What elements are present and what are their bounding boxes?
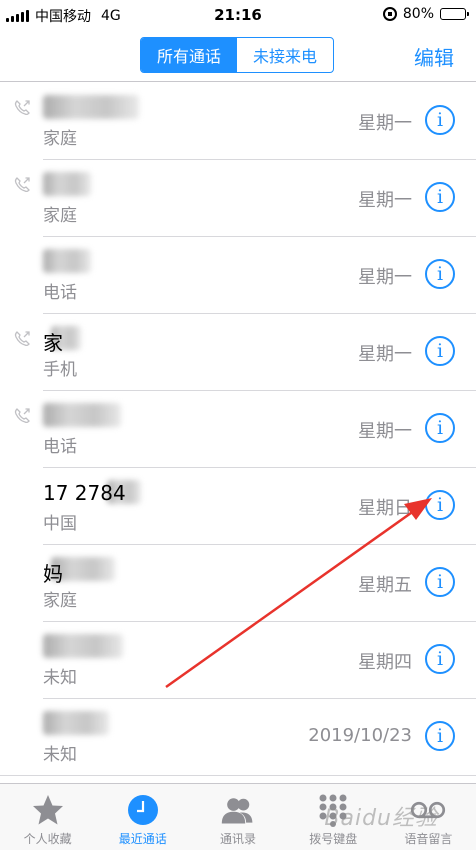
contacts-icon bbox=[220, 792, 256, 828]
info-button[interactable]: i bbox=[425, 259, 455, 289]
redacted-name bbox=[43, 172, 91, 196]
info-button[interactable]: i bbox=[425, 567, 455, 597]
info-button[interactable]: i bbox=[425, 105, 455, 135]
call-label: 未知 bbox=[43, 745, 77, 765]
tab-label: 拨号键盘 bbox=[309, 832, 358, 846]
info-button[interactable]: i bbox=[425, 413, 455, 443]
contact-name: 妈 bbox=[43, 562, 63, 586]
call-date: 星期一 bbox=[358, 113, 412, 134]
call-row[interactable]: 未知 星期四 i bbox=[0, 622, 476, 699]
contact-name: 17 2784 bbox=[43, 481, 126, 505]
contact-name: 家 bbox=[43, 331, 63, 355]
tab-label: 通讯录 bbox=[220, 832, 257, 846]
call-label: 家庭 bbox=[43, 129, 77, 149]
call-row[interactable]: 未知 2019/10/23 i bbox=[0, 699, 476, 776]
call-date: 星期一 bbox=[358, 344, 412, 365]
rotation-lock-icon bbox=[382, 7, 397, 21]
edit-button[interactable]: 编辑 bbox=[414, 42, 454, 71]
battery-icon bbox=[440, 8, 469, 20]
call-row[interactable]: 17 2784 中国 星期日 i bbox=[0, 468, 476, 545]
outgoing-call-icon bbox=[14, 100, 30, 116]
call-row[interactable]: 电话 星期一 i bbox=[0, 391, 476, 468]
segment-missed-calls[interactable]: 未接来电 bbox=[237, 38, 333, 72]
tab-contacts[interactable]: 通讯录 bbox=[190, 784, 285, 850]
watermark: Baidu经验 bbox=[324, 806, 438, 831]
tab-favorites[interactable]: 个人收藏 bbox=[0, 784, 95, 850]
redacted-name bbox=[43, 711, 109, 735]
tab-label: 语音留言 bbox=[404, 832, 453, 846]
segment-all-calls[interactable]: 所有通话 bbox=[141, 38, 237, 72]
call-label: 中国 bbox=[43, 514, 77, 534]
call-filter-segment: 所有通话 未接来电 bbox=[140, 37, 334, 73]
call-date: 2019/10/23 bbox=[308, 725, 412, 746]
call-row[interactable]: 电话 星期一 i bbox=[0, 237, 476, 314]
call-label: 电话 bbox=[43, 283, 77, 303]
call-row[interactable]: 家庭 星期一 i bbox=[0, 160, 476, 237]
call-date: 星期四 bbox=[358, 652, 412, 673]
call-row[interactable]: 妈 家庭 星期五 i bbox=[0, 545, 476, 622]
status-right: 80% bbox=[382, 6, 469, 22]
tab-recents[interactable]: 最近通话 bbox=[95, 784, 190, 850]
redacted-name bbox=[43, 634, 123, 658]
star-icon bbox=[30, 792, 66, 828]
call-date: 星期一 bbox=[358, 267, 412, 288]
info-button[interactable]: i bbox=[425, 182, 455, 212]
call-date: 星期一 bbox=[358, 421, 412, 442]
recent-calls-list: 家庭 星期一 i 家庭 星期一 i 电话 星期一 i 家 手机 星期一 i 电话… bbox=[0, 83, 476, 776]
call-date: 星期日 bbox=[358, 498, 412, 519]
call-label: 家庭 bbox=[43, 591, 77, 611]
outgoing-call-icon bbox=[14, 177, 30, 193]
redacted-name bbox=[43, 249, 91, 273]
info-button[interactable]: i bbox=[425, 644, 455, 674]
call-label: 未知 bbox=[43, 668, 77, 688]
info-button[interactable]: i bbox=[425, 336, 455, 366]
call-label: 手机 bbox=[43, 360, 77, 380]
call-row[interactable]: 家庭 星期一 i bbox=[0, 83, 476, 160]
nav-bar: 所有通话 未接来电 编辑 bbox=[0, 32, 476, 82]
battery-percent: 80% bbox=[402, 6, 434, 22]
call-date: 星期五 bbox=[358, 575, 412, 596]
call-label: 家庭 bbox=[43, 206, 77, 226]
status-bar: 中国移动 4G 21:16 80% bbox=[0, 0, 476, 32]
clock-icon bbox=[125, 792, 161, 828]
call-label: 电话 bbox=[43, 437, 77, 457]
redacted-name bbox=[43, 403, 121, 427]
row-divider bbox=[0, 775, 476, 776]
redacted-name bbox=[43, 95, 139, 119]
call-row[interactable]: 家 手机 星期一 i bbox=[0, 314, 476, 391]
call-date: 星期一 bbox=[358, 190, 412, 211]
outgoing-call-icon bbox=[14, 331, 30, 347]
info-button[interactable]: i bbox=[425, 721, 455, 751]
outgoing-call-icon bbox=[14, 408, 30, 424]
tab-label: 个人收藏 bbox=[23, 832, 72, 846]
info-button[interactable]: i bbox=[425, 490, 455, 520]
tab-label: 最近通话 bbox=[118, 832, 167, 846]
